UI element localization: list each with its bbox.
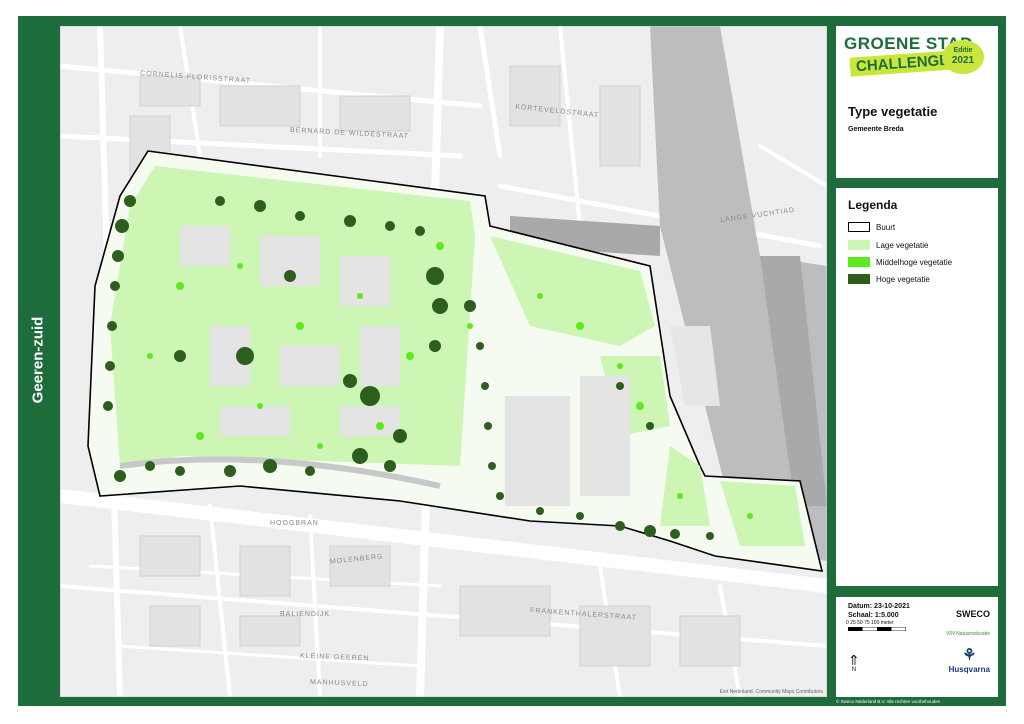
- legend-item: Hoge vegetatie: [848, 273, 930, 285]
- sweco-logo: SWECO: [955, 609, 990, 619]
- map-attribution: Esri Nederland, Community Maps Contribut…: [719, 689, 823, 695]
- map-scale: Schaal: 1:5.000: [848, 612, 899, 619]
- map-date: Datum: 23-10-2021: [848, 603, 910, 610]
- legend-swatch: [848, 240, 870, 250]
- legend-swatch: [848, 257, 870, 267]
- map-subtitle: Gemeente Breda: [848, 126, 904, 133]
- legend-swatch: [848, 274, 870, 284]
- scale-ticks: 0 25 50 75 100 meter: [846, 620, 894, 626]
- map-canvas[interactable]: CORNELIS FLORISSTRAAT BERNARD DE WILDEST…: [60, 26, 827, 697]
- title-panel: GROENE STAD CHALLENGE Editie 2021 Type ve…: [836, 26, 998, 178]
- street-label: HOOGBRAN: [270, 520, 319, 527]
- legend-item: Buurt: [848, 221, 895, 233]
- copyright-footer: © Sweco Nederland B.V. Alle rechten voor…: [836, 699, 941, 704]
- legend-panel: Legenda Buurt Lage vegetatie Middelhoge …: [836, 188, 998, 586]
- legend-title: Legenda: [848, 198, 898, 212]
- husqvarna-logo: ⚘ Husqvarna: [948, 647, 990, 674]
- legend-item: Middelhoge vegetatie: [848, 256, 952, 268]
- north-arrow-icon: ⇑ N: [848, 652, 860, 673]
- legend-label: Lage vegetatie: [876, 240, 929, 250]
- legend-label: Hoge vegetatie: [876, 274, 930, 284]
- legend-label: Buurt: [876, 222, 896, 232]
- map-svg: [60, 26, 827, 697]
- logo-line2: CHALLENGE: [849, 50, 956, 77]
- edition-badge: Editie 2021: [942, 40, 984, 74]
- map-title: Type vegetatie: [848, 104, 938, 119]
- legend-swatch: [848, 222, 870, 232]
- legend-item: Lage vegetatie: [848, 239, 929, 251]
- street-label: BALIENDIJK: [280, 611, 331, 618]
- scale-bar: [848, 627, 906, 631]
- challenge-logo: GROENE STAD CHALLENGE Editie 2021: [844, 34, 990, 82]
- ivn-logo: IVN Natuureducatie: [946, 631, 990, 637]
- neighbourhood-label: Geeren-zuid: [29, 316, 47, 404]
- info-panel: Datum: 23-10-2021 Schaal: 1:5.000 0 25 5…: [836, 597, 998, 697]
- legend-label: Middelhoge vegetatie: [876, 257, 953, 267]
